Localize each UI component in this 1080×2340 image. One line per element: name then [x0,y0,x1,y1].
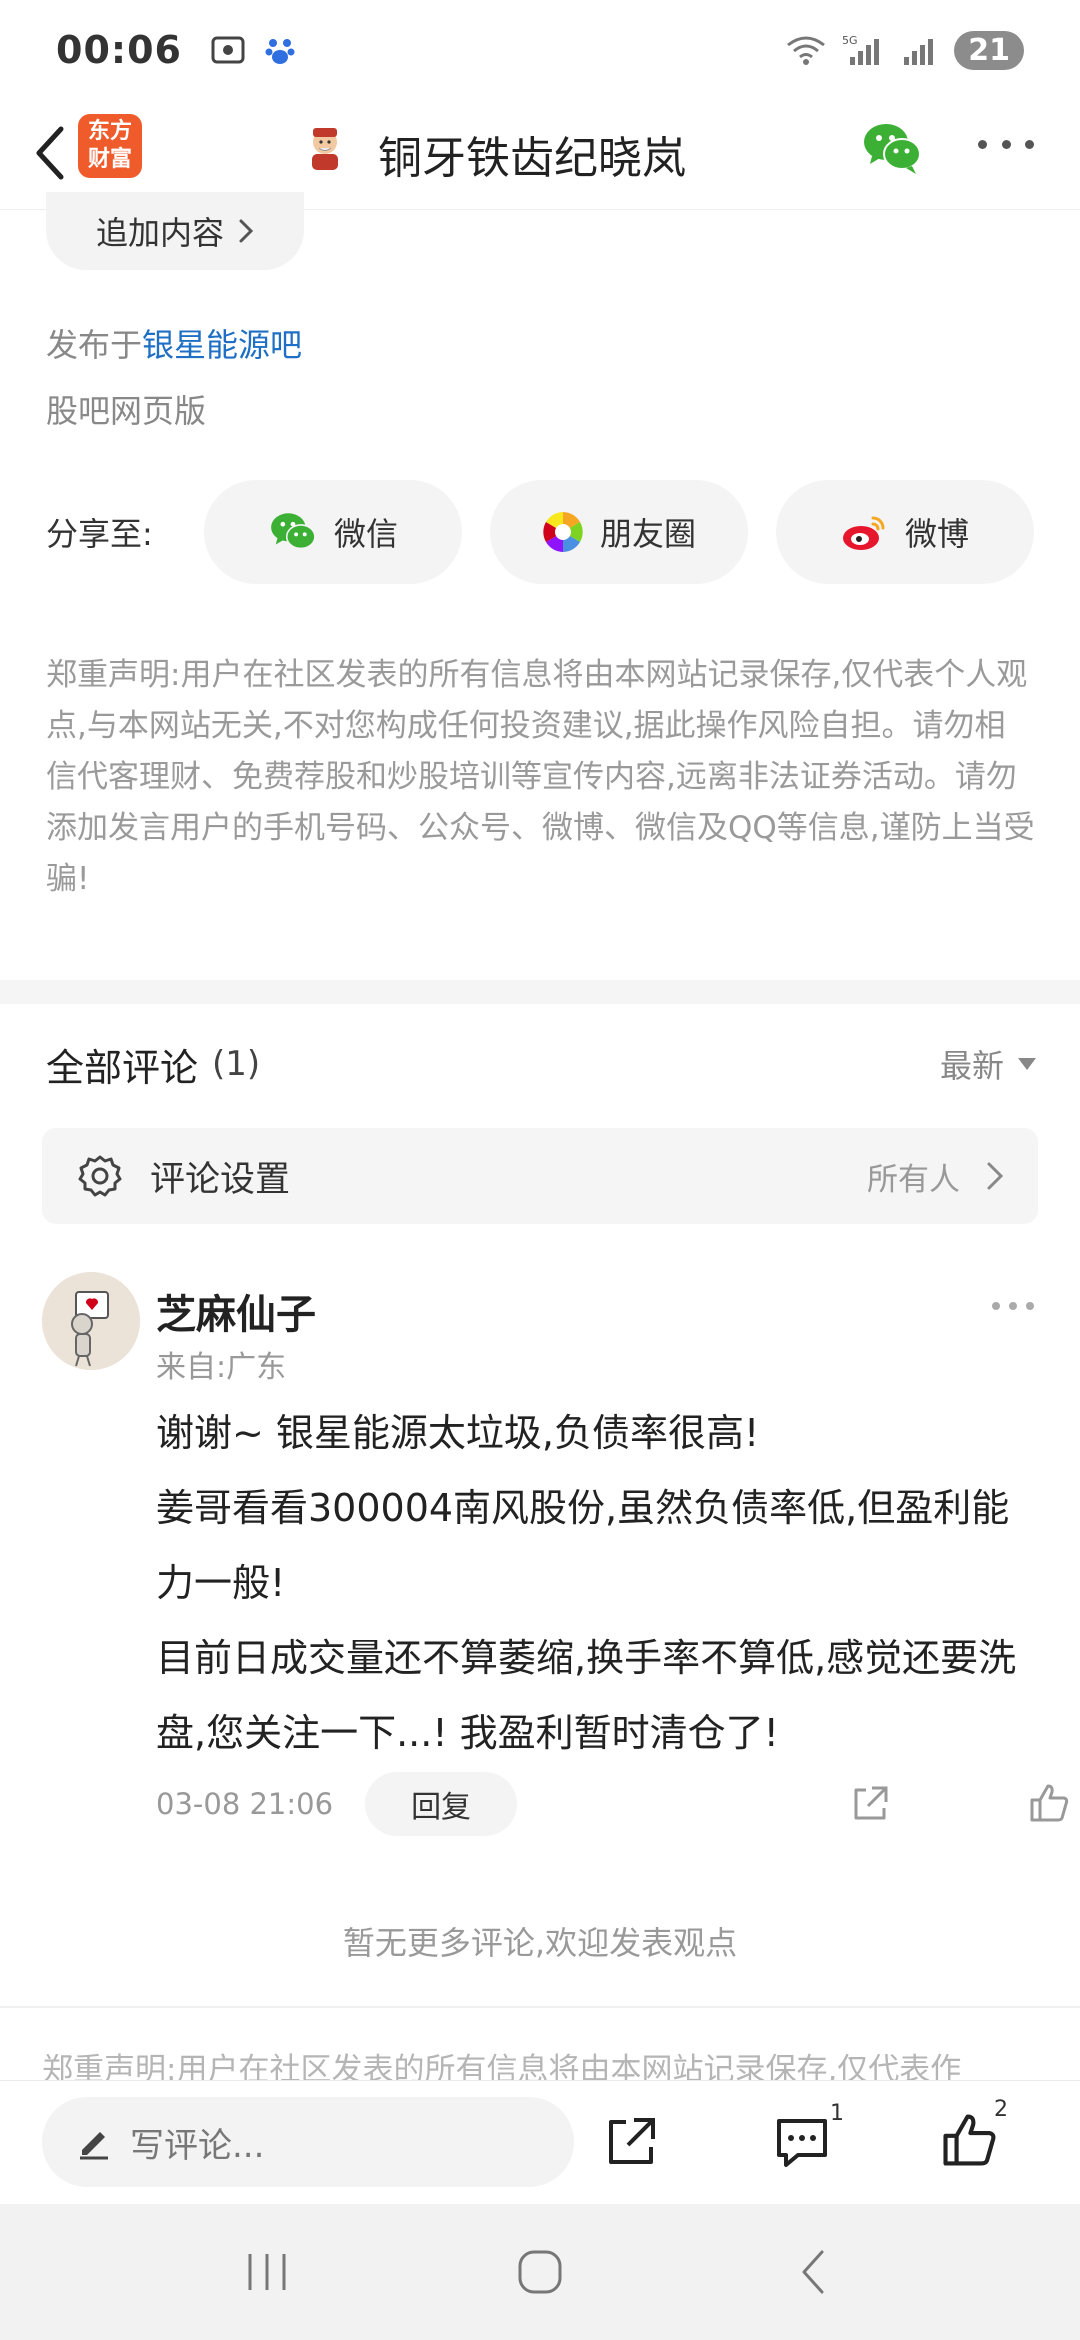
write-comment-placeholder: 写评论... [130,2125,265,2166]
append-content-label: 追加内容 [95,214,224,252]
comment-count-badge: 1 [830,2101,844,2126]
stock-bar-link[interactable]: 银星能源吧 [142,326,302,364]
comment-time: 03-08 21:06 [156,1787,334,1821]
system-back-button[interactable] [773,2237,853,2307]
5g-signal-icon: 5G [842,34,880,65]
published-prefix: 发布于 [46,326,143,364]
share-moments-button[interactable]: 朋友圈 [490,480,748,584]
share-wechat-button[interactable]: 微信 [204,480,462,584]
commenter-avatar[interactable] [42,1272,140,1370]
pencil-icon [80,2132,108,2160]
caret-down-icon [1018,1058,1036,1070]
author-avatar[interactable] [300,122,350,172]
status-time: 00:06 [56,28,182,72]
baidu-paw-icon [265,39,295,64]
like-count-badge: 2 [994,2097,1008,2122]
share-weibo-label: 微博 [904,515,969,553]
share-wechat-label: 微信 [333,515,398,553]
status-notification-icons [210,33,296,67]
commenter-location: 来自:广东 [156,1350,287,1385]
post-source: 股吧网页版 [46,392,207,430]
back-button[interactable] [20,118,80,188]
wechat-icon [271,513,316,550]
app-logo[interactable]: 东方 财富 [78,114,142,178]
home-icon [518,2250,562,2294]
weibo-icon [842,516,885,550]
battery-indicator: 21 [954,30,1024,70]
comment-line: 目前日成交量还不算萎缩,换手率不算低,感觉还要洗盘,您关注一下...! 我盈利暂… [156,1636,1017,1755]
share-moments-label: 朋友圈 [599,515,696,553]
comment-line: 姜哥看看300004南风股份,虽然负债率低,但盈利能力一般! [156,1486,1010,1605]
comment-settings-value: 所有人 [867,1154,1004,1199]
no-more-comments: 暂无更多评论,欢迎发表观点 [342,1924,738,1962]
comments-count: (1) [212,1044,261,1084]
share-icon[interactable] [850,1784,890,1824]
chevron-left-icon [36,126,64,180]
comments-action-button[interactable]: 1 [774,2101,844,2175]
comment-visibility-value: 所有人 [867,1161,960,1198]
app-logo-line1: 东方 [87,119,132,144]
share-label: 分享至: [46,515,153,553]
append-content-button[interactable]: 追加内容 [46,192,304,270]
comment-more-icon[interactable] [992,1302,1034,1312]
svg-text:5G: 5G [842,34,858,47]
app-logo-line2: 财富 [87,147,132,172]
signal-icon [904,39,934,65]
sort-label: 最新 [939,1047,1004,1085]
thumbs-up-icon[interactable] [1028,1782,1070,1824]
comment-footer: 03-08 21:06 回复 [156,1772,1069,1836]
share-weibo-button[interactable]: 微博 [776,480,1034,584]
home-button[interactable] [500,2237,580,2307]
like-action-button[interactable]: 2 [940,2097,1008,2173]
status-bar: 00:06 5G 21 [0,0,1080,100]
share-icon[interactable] [604,2115,658,2169]
comments-header: 全部评论 (1) 最新 [46,1036,1036,1092]
section-divider [0,980,1080,1004]
wifi-icon [787,36,826,65]
write-comment-input[interactable]: 写评论... [42,2097,574,2187]
commenter-name[interactable]: 芝麻仙子 [156,1282,316,1340]
share-row: 分享至: 微信 朋友圈 微博 [46,480,1046,584]
published-in: 发布于银星能源吧 [46,320,302,366]
comment-line: 谢谢~ 银星能源太垃圾,负债率很高! [156,1411,760,1455]
recent-apps-button[interactable] [227,2237,307,2307]
comment-settings-label: 评论设置 [150,1159,291,1200]
bottom-action-bar: 写评论... 1 2 [0,2080,1080,2204]
comment-icon [777,2119,827,2167]
back-icon [802,2250,824,2294]
screenshot-icon [211,36,245,64]
gear-icon [78,1155,122,1197]
moments-icon [543,512,583,552]
reply-button[interactable]: 回复 [365,1772,518,1836]
wechat-share-icon[interactable] [860,118,924,178]
divider [0,2006,1080,2008]
comments-title: 全部评论 [46,1045,199,1090]
disclaimer-text: 郑重声明:用户在社区发表的所有信息将由本网站记录保存,仅代表个人观点,与本网站无… [46,657,1035,897]
recents-icon [248,2254,286,2290]
chevron-right-icon [239,219,254,243]
thumbs-up-icon [943,2114,996,2166]
sort-dropdown[interactable]: 最新 [940,1041,1036,1087]
chevron-right-icon [987,1162,1004,1190]
comment-body: 谢谢~ 银星能源太垃圾,负债率很高! 姜哥看看300004南风股份,虽然负债率低… [156,1396,1046,1771]
status-right-icons: 5G 21 [784,30,1024,70]
nav-title: 铜牙铁齿纪晓岚 [378,133,686,184]
system-navigation-bar [0,2204,1080,2340]
more-options-icon[interactable] [978,140,1034,154]
disclaimer-repeat: 郑重声明:用户在社区发表的所有信息将由本网站记录保存,仅代表作 [42,2052,962,2080]
comment-settings-row[interactable]: 评论设置 所有人 [42,1128,1038,1224]
